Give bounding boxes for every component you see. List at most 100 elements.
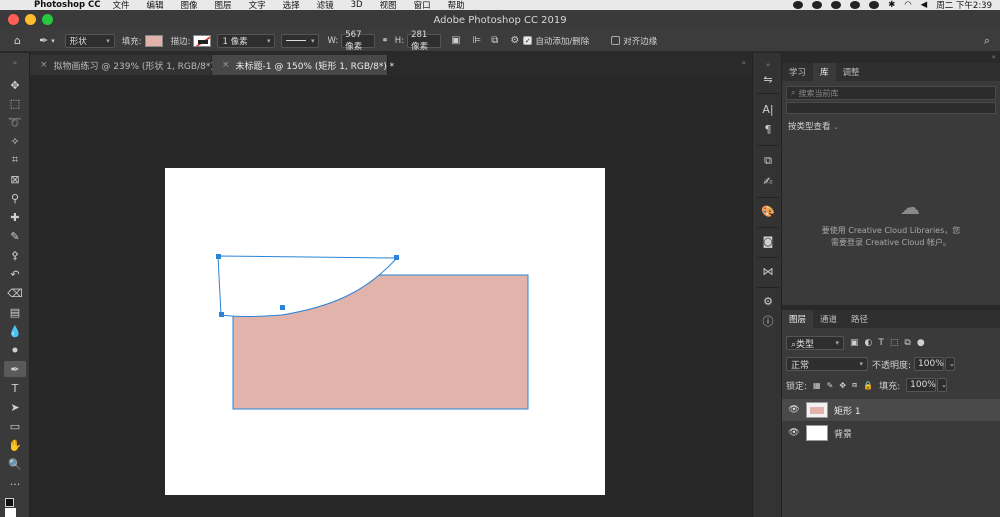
panel-collapse-icon[interactable]: « [992, 53, 996, 61]
stroke-swatch[interactable] [193, 34, 212, 47]
stroke-type-select[interactable]: ▾ [281, 33, 320, 48]
tab-document-1[interactable]: × 拟物画练习 @ 239% (形状 1, RGB/8*) * [30, 55, 221, 75]
lock-transparency-icon[interactable]: ▦ [813, 381, 821, 390]
rectangle-tool-icon[interactable]: ▭ [4, 418, 26, 434]
filter-smart-object-icon[interactable]: ⧉ [904, 338, 910, 348]
frame-tool-icon[interactable]: ⊠ [4, 171, 26, 187]
gradient-tool-icon[interactable]: ▤ [4, 304, 26, 320]
anchor-point[interactable] [216, 254, 221, 259]
marquee-tool-icon[interactable]: ⬚ [4, 95, 26, 111]
lock-position-icon[interactable]: ✥ [839, 381, 846, 390]
tray-app-icon[interactable] [831, 1, 842, 9]
gear-icon[interactable]: ⚙ [510, 35, 519, 46]
menu-view[interactable]: 视图 [380, 0, 397, 10]
filter-pixel-icon[interactable]: ▣ [850, 338, 859, 348]
width-field[interactable]: 567 像素 [341, 30, 376, 52]
layer-row[interactable]: 👁 背景 [782, 422, 1000, 444]
pen-tool-preset-icon[interactable]: ✒ ▾ [39, 34, 55, 47]
eyedropper-tool-icon[interactable]: ⚲ [4, 190, 26, 206]
align-edges-checkbox[interactable] [611, 36, 621, 45]
close-window-button[interactable] [8, 14, 19, 25]
lock-artboard-icon[interactable]: ⧈ [852, 380, 857, 390]
anchor-point[interactable] [280, 305, 285, 310]
character-panel-icon[interactable]: A| [759, 101, 777, 117]
tab-libraries[interactable]: 库 [813, 63, 836, 81]
tray-app-icon[interactable] [850, 1, 861, 9]
wifi-icon[interactable]: ◠ [904, 0, 911, 10]
properties-panel-icon[interactable]: ⚙ [759, 293, 777, 309]
fill-field[interactable]: 100% [906, 378, 937, 392]
align-edges-option[interactable]: 对齐边缘 [611, 35, 657, 47]
filter-toggle-icon[interactable]: ● [917, 338, 925, 348]
blur-tool-icon[interactable]: 💧 [4, 323, 26, 339]
lasso-tool-icon[interactable]: ➰ [4, 114, 26, 130]
color-panel-icon[interactable]: 🎨 [759, 203, 777, 219]
glyphs-panel-icon[interactable]: ⋈ [759, 263, 777, 279]
brush-settings-panel-icon[interactable]: ✍ [759, 173, 777, 189]
anchor-point[interactable] [219, 312, 224, 317]
type-tool-icon[interactable]: T [4, 380, 26, 396]
tab-learn[interactable]: 学习 [782, 63, 813, 81]
library-search-input[interactable]: ⌕ 搜索当前库 [786, 86, 996, 100]
background-color-swatch[interactable] [5, 508, 16, 517]
tab-channels[interactable]: 通道 [813, 310, 844, 328]
clone-source-panel-icon[interactable]: ⧉ [759, 153, 777, 169]
menu-filter[interactable]: 滤镜 [317, 0, 334, 10]
search-icon[interactable]: ⌕ [984, 34, 990, 48]
auto-add-delete-checkbox[interactable]: ✓ [523, 36, 533, 45]
clock[interactable]: 周二 下午2:39 [936, 0, 992, 10]
path-arrangement-icon[interactable]: ⧉ [491, 35, 498, 46]
pen-tool-icon[interactable]: ✒ [4, 361, 26, 377]
tray-app-icon[interactable] [793, 1, 804, 9]
history-panel-icon[interactable]: ⇋ [759, 71, 777, 87]
height-field[interactable]: 281 像素 [407, 30, 442, 52]
brush-tool-icon[interactable]: ✎ [4, 228, 26, 244]
tool-mode-select[interactable]: 形状 ▾ [64, 33, 115, 48]
minimize-window-button[interactable] [25, 14, 36, 25]
filter-shape-icon[interactable]: ⬚ [890, 338, 899, 348]
menu-select[interactable]: 选择 [283, 0, 300, 10]
edit-toolbar-icon[interactable]: ··· [4, 476, 26, 492]
volume-icon[interactable]: ◀ [921, 0, 928, 10]
panel-collapse-icon[interactable]: « [742, 59, 746, 67]
tray-app-icon[interactable] [812, 1, 823, 9]
move-tool-icon[interactable]: ✥ [4, 77, 26, 93]
blend-mode-select[interactable]: 正常 ▾ [786, 357, 868, 371]
hand-tool-icon[interactable]: ✋ [4, 437, 26, 453]
tray-app-icon[interactable] [869, 1, 880, 9]
menu-window[interactable]: 窗口 [414, 0, 431, 10]
view-by-type-dropdown[interactable]: 按类型查看 ⌄ [788, 120, 1000, 132]
menu-help[interactable]: 帮助 [448, 0, 465, 10]
lock-all-icon[interactable]: 🔒 [863, 381, 873, 390]
app-menu[interactable]: Photoshop CC [34, 0, 101, 10]
magic-wand-tool-icon[interactable]: ✧ [4, 133, 26, 149]
eraser-tool-icon[interactable]: ⌫ [4, 285, 26, 301]
healing-brush-tool-icon[interactable]: ✚ [4, 209, 26, 225]
clone-stamp-tool-icon[interactable]: ⚴ [4, 247, 26, 263]
visibility-eye-icon[interactable]: 👁 [786, 405, 802, 415]
close-tab-icon[interactable]: × [222, 60, 230, 70]
paragraph-panel-icon[interactable]: ¶ [759, 121, 777, 137]
tab-paths[interactable]: 路径 [844, 310, 875, 328]
layer-name[interactable]: 矩形 1 [834, 404, 861, 417]
fill-dropdown-icon[interactable]: ⌄ [937, 378, 948, 392]
menu-type[interactable]: 文字 [249, 0, 266, 10]
opacity-field[interactable]: 100% [914, 357, 945, 371]
layer-name[interactable]: 背景 [834, 427, 852, 440]
anchor-point[interactable] [394, 255, 399, 260]
info-panel-icon[interactable]: ⓘ [759, 313, 777, 329]
crop-tool-icon[interactable]: ⌗ [4, 152, 26, 168]
layer-row[interactable]: 👁 矩形 1 [782, 399, 1000, 421]
fill-swatch[interactable] [144, 34, 163, 47]
lock-pixels-icon[interactable]: ✎ [827, 381, 834, 390]
zoom-tool-icon[interactable]: 🔍 [4, 456, 26, 472]
menu-file[interactable]: 文件 [113, 0, 130, 10]
home-icon[interactable]: ⌂ [14, 34, 21, 47]
bluetooth-icon[interactable]: ✱ [888, 0, 895, 10]
stroke-width-select[interactable]: 1 像素 ▾ [217, 33, 276, 48]
tab-adjustments[interactable]: 调整 [836, 63, 867, 81]
tab-layers[interactable]: 图层 [782, 310, 814, 328]
opacity-dropdown-icon[interactable]: ⌄ [945, 357, 956, 371]
close-tab-icon[interactable]: × [40, 60, 48, 70]
visibility-eye-icon[interactable]: 👁 [786, 428, 802, 438]
